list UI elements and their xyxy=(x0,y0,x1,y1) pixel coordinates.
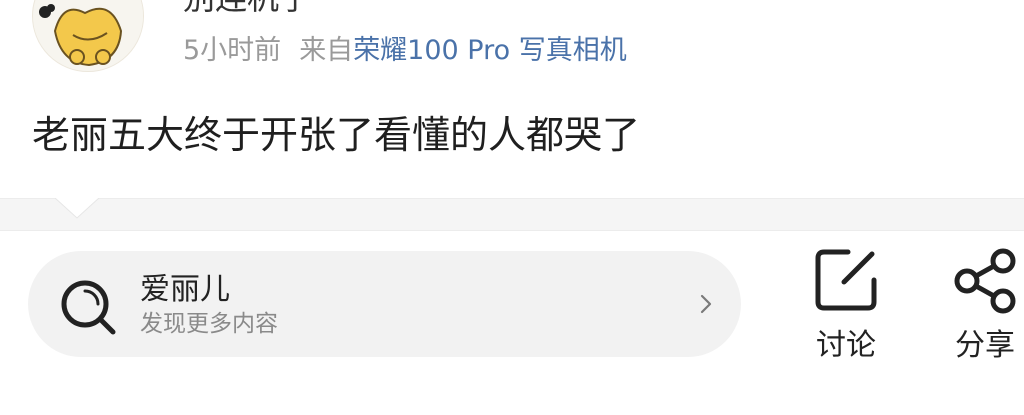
post-time: 5小时前 xyxy=(183,35,282,66)
share-icon xyxy=(954,248,1016,314)
search-suggestion[interactable] xyxy=(28,251,741,357)
avatar-illustration-icon xyxy=(33,0,143,71)
discuss-label: 讨论 xyxy=(816,328,876,363)
share-button[interactable]: 分享 xyxy=(935,248,1024,378)
discuss-button[interactable]: 讨论 xyxy=(796,248,896,378)
post-text: 老丽五大终于开张了看懂的人都哭了 xyxy=(32,113,641,157)
divider-notch xyxy=(55,197,99,219)
edit-icon xyxy=(815,249,877,311)
post-meta: 5小时前 来自荣耀100 Pro 写真相机 xyxy=(183,33,627,69)
search-icon xyxy=(61,280,116,335)
share-label: 分享 xyxy=(955,328,1015,363)
search-suggestion-subtitle: 发现更多内容 xyxy=(140,311,278,337)
post-detail-page: 别连机子 5小时前来自荣耀100 Pro 写真相机 老丽五大终于开张了看懂的人都… xyxy=(0,0,1024,415)
search-suggestion-title: 爱丽儿 xyxy=(140,272,230,307)
source-device-link[interactable]: 荣耀100 Pro 写真相机 xyxy=(353,35,627,66)
chevron-right-icon xyxy=(700,294,712,314)
author-name[interactable]: 别连机子 xyxy=(183,0,311,18)
source-prefix: 来自 xyxy=(299,35,354,66)
section-divider xyxy=(0,198,1024,231)
avatar[interactable] xyxy=(32,0,144,72)
